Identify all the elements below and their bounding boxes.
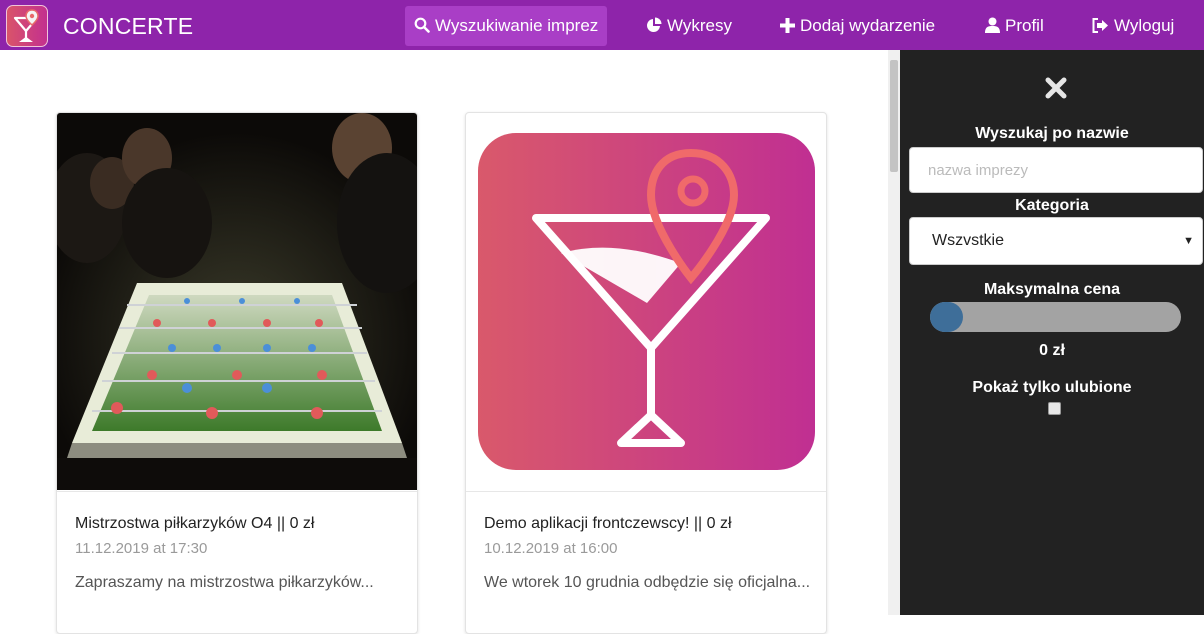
nav-profile[interactable]: Profil — [985, 6, 1044, 46]
scrollbar-thumb[interactable] — [890, 60, 898, 172]
favorites-only-label: Pokaż tylko ulubione — [972, 379, 1132, 396]
category-select[interactable]: Wszvstkie ▼ — [909, 217, 1203, 265]
search-name-label: Wyszukaj po nazwie — [975, 125, 1129, 142]
cocktail-location-logo — [478, 133, 815, 470]
event-card[interactable]: Demo aplikacji frontczewscy! || 0 zł 10.… — [465, 112, 827, 634]
filter-sidebar: Wyszukaj po nazwie Kategoria Wszvstkie ▼… — [900, 50, 1204, 615]
logout-icon — [1092, 18, 1108, 33]
nav-logout-label: Wyloguj — [1114, 16, 1175, 35]
event-image-foosball[interactable] — [57, 113, 417, 490]
top-navbar: CONCERTE Wyszukiwanie imprez Wykresy Dod… — [0, 0, 1204, 50]
nav-profile-label: Profil — [1005, 16, 1044, 35]
nav-logout[interactable]: Wyloguj — [1092, 6, 1174, 46]
nav-charts-label: Wykresy — [667, 16, 733, 35]
max-price-slider[interactable] — [930, 302, 1181, 332]
search-icon — [414, 17, 430, 33]
pie-chart-icon — [647, 17, 662, 32]
slider-handle[interactable] — [930, 302, 963, 332]
event-title[interactable]: Mistrzostwa piłkarzyków O4 || 0 zł — [75, 515, 314, 533]
foosball-table-photo — [57, 113, 417, 490]
nav-add-event-label: Dodaj wydarzenie — [800, 16, 936, 35]
nav-charts[interactable]: Wykresy — [646, 6, 732, 46]
dropdown-caret-icon: ▼ — [1183, 235, 1194, 247]
app-brand[interactable]: CONCERTE — [63, 13, 193, 40]
favorites-only-checkbox[interactable] — [1048, 402, 1061, 415]
close-icon — [1045, 77, 1067, 99]
card-divider — [466, 491, 826, 492]
events-list: Mistrzostwa piłkarzyków O4 || 0 zł 11.12… — [0, 50, 888, 634]
event-description: Zapraszamy na mistrzostwa piłkarzyków... — [75, 574, 374, 591]
nav-add-event[interactable]: Dodaj wydarzenie — [780, 6, 935, 46]
cocktail-icon — [13, 9, 39, 42]
event-image-demo[interactable] — [466, 113, 826, 490]
app-logo[interactable] — [6, 5, 48, 47]
max-price-value: 0 zł — [1039, 342, 1065, 359]
scrollbar[interactable] — [888, 50, 900, 615]
user-icon — [985, 17, 1000, 33]
category-selected-value: Wszvstkie — [932, 232, 1004, 249]
max-price-label: Maksymalna cena — [983, 281, 1121, 298]
nav-search-events[interactable]: Wyszukiwanie imprez — [405, 6, 608, 46]
plus-icon — [780, 18, 795, 33]
close-sidebar-button[interactable] — [1045, 77, 1067, 99]
card-divider — [57, 491, 417, 492]
category-label: Kategoria — [1015, 197, 1089, 214]
event-title[interactable]: Demo aplikacji frontczewscy! || 0 zł — [484, 515, 732, 533]
event-date: 10.12.2019 at 16:00 — [484, 540, 618, 557]
event-date: 11.12.2019 at 17:30 — [75, 540, 208, 557]
search-name-input[interactable] — [909, 147, 1203, 193]
event-description: We wtorek 10 grudnia odbędzie się oficja… — [484, 574, 811, 591]
nav-search-events-label: Wyszukiwanie imprez — [435, 16, 599, 35]
event-card[interactable]: Mistrzostwa piłkarzyków O4 || 0 zł 11.12… — [56, 112, 418, 634]
